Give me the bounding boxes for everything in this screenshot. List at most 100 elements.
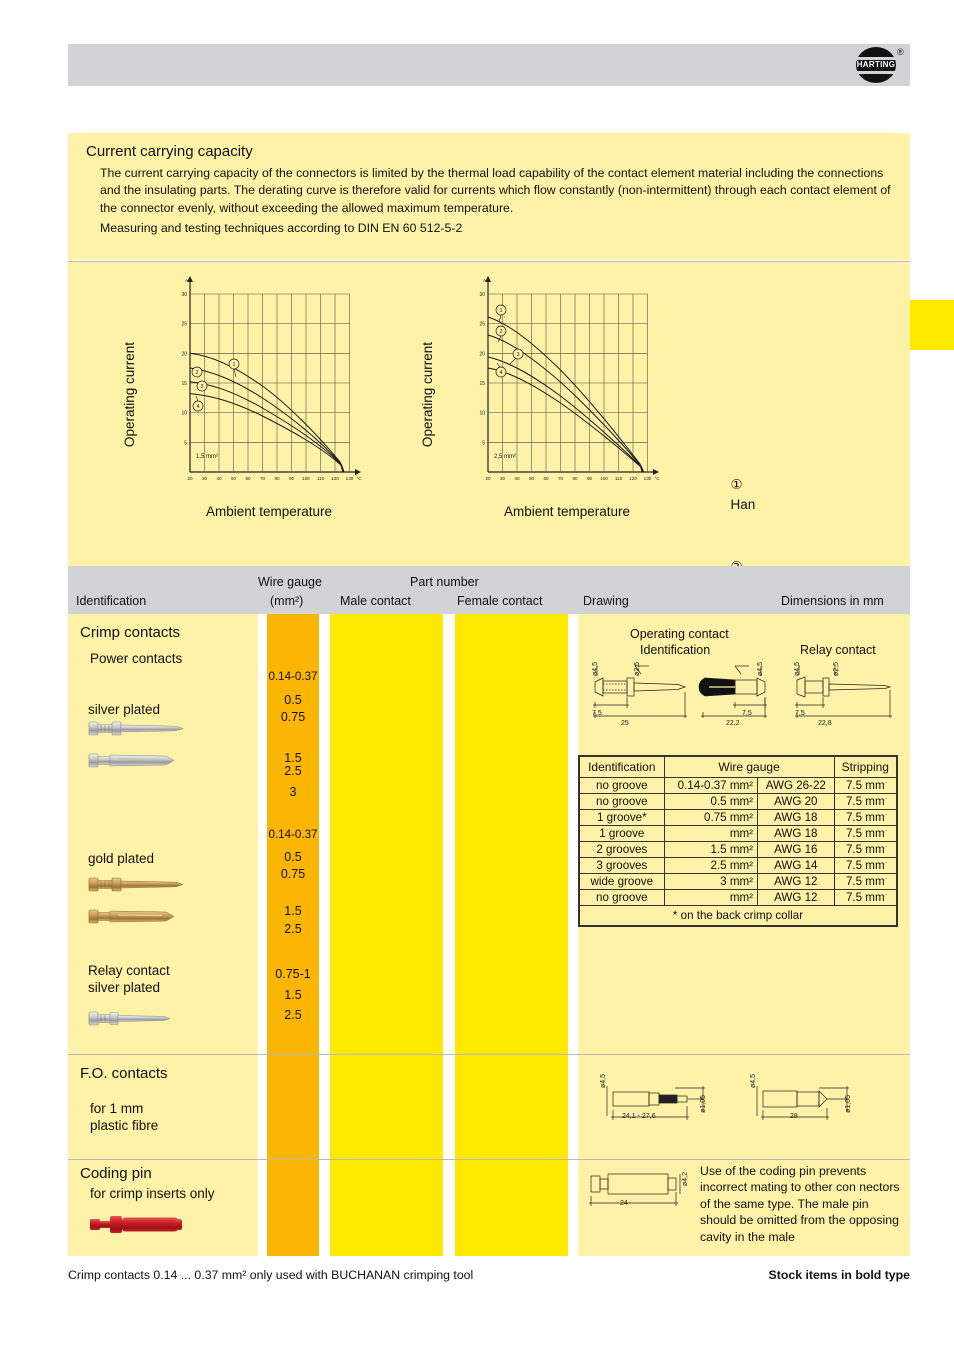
row-coding-gauge-cell	[267, 1160, 319, 1256]
svg-text:3: 3	[516, 352, 519, 358]
dim-label-75-c: 7,5	[795, 710, 805, 717]
svg-text:120: 120	[331, 476, 339, 481]
row-coding-male-part-cell[interactable]	[330, 1160, 443, 1256]
wg-cell-sqmm: 1.5 mm²	[663, 841, 759, 858]
wg-cell-strip: 7.5 mm	[833, 857, 898, 874]
table-row: wide groove 3 mm² AWG 12 7.5 mm	[579, 873, 898, 890]
row-fo-gauge-cell	[267, 1055, 319, 1159]
chart-2-plot-area: 30 25 20 15 10 5 A 20 30 40 50 60 70 80 …	[470, 276, 662, 488]
drawing-title-operating-contact: Operating contact	[630, 627, 729, 641]
table-header: Identification Wire gauge (mm²) Part num…	[68, 566, 910, 614]
svg-text:5: 5	[482, 440, 485, 446]
dim-label-d45-a: ø4,5	[592, 662, 599, 677]
col-header-identification: Identification	[76, 594, 147, 608]
svg-text:30: 30	[181, 292, 187, 298]
wg-cell-ident: 1 groove*	[579, 809, 665, 826]
wg-cell-strip: 7.5 mm	[833, 873, 898, 890]
wg-cell-ident: no groove	[579, 793, 665, 810]
svg-text:10: 10	[181, 411, 187, 417]
wg-cell-awg: AWG 12	[757, 889, 835, 906]
wg-cell-awg: AWG 20	[757, 793, 835, 810]
gauge-value-relay-1: 0.75-1	[275, 967, 311, 981]
drawing-title-relay-contact: Relay contact	[800, 643, 876, 657]
col-header-wire-gauge: Wire gauge	[258, 575, 322, 589]
svg-text:20: 20	[181, 351, 187, 357]
wg-cell-strip: 7.5 mm	[833, 825, 898, 842]
svg-text:°C: °C	[654, 476, 660, 481]
table-row: 1 groove* 0.75 mm² AWG 18 7.5 mm	[579, 809, 898, 826]
wg-th-stripping: Stripping	[833, 756, 898, 778]
wg-table-footnote: * on the back crimp collar	[579, 906, 897, 926]
row-fo-female-part-cell[interactable]	[455, 1055, 568, 1159]
svg-text:20: 20	[187, 476, 193, 481]
svg-text:25: 25	[181, 322, 187, 328]
label-silver-plated: silver plated	[88, 702, 161, 717]
wg-cell-strip: 7.5 mm	[833, 809, 898, 826]
row-fo-male-part-cell[interactable]	[330, 1055, 443, 1159]
legend-item-1: ① Han	[708, 454, 794, 536]
svg-text:40: 40	[514, 476, 520, 481]
dim-label-fo-d45-right: ø4,5	[750, 1074, 757, 1089]
gauge-value-relay-3: 2.5	[284, 1008, 302, 1022]
wg-th-wire-gauge: Wire gauge	[663, 756, 835, 778]
dim-label-fo-d105-right: ø1,05	[845, 1095, 852, 1113]
dim-label-75-a: 7,5	[592, 710, 602, 717]
drawing-title-identification: Identification	[640, 643, 711, 657]
label-relay-silver-plated: silver plated	[88, 980, 161, 995]
wg-cell-ident: no groove	[579, 889, 665, 906]
table-row: no groove 0.5 mm² AWG 20 7.5 mm	[579, 793, 898, 810]
section-title-fo-contacts: F.O. contacts	[80, 1065, 168, 1082]
dim-label-222: 22,2	[726, 720, 740, 727]
dim-label-d25-b: ø2,5	[833, 662, 840, 677]
relay-silver-contact-image	[88, 1011, 171, 1026]
dim-label-25: 25	[621, 720, 629, 727]
svg-text:100: 100	[600, 476, 608, 481]
section-title-coding-pin: Coding pin	[80, 1165, 152, 1182]
row-coding-female-part-cell[interactable]	[455, 1160, 568, 1256]
footer-note-left: Crimp contacts 0.14 ... 0.37 mm² only us…	[68, 1268, 474, 1282]
wg-cell-awg: AWG 18	[757, 825, 835, 842]
wg-table-header-row: Identification Wire gauge Stripping	[579, 756, 898, 778]
row-crimp-female-part-cell[interactable]	[455, 614, 568, 1054]
chart-2-y-axis-label: Operating current	[420, 342, 435, 448]
svg-text:70: 70	[558, 476, 564, 481]
wg-cell-ident: 1 groove	[579, 825, 665, 842]
svg-text:110: 110	[317, 476, 325, 481]
svg-text:50: 50	[529, 476, 535, 481]
chart-1-y-axis-label: Operating current	[122, 342, 137, 448]
row-crimp-male-part-cell[interactable]	[330, 614, 443, 1054]
label-coding-pin-sub: for crimp inserts only	[90, 1186, 215, 1201]
chart-1-svg: 30 25 20 15 10 5 A 20 30 40 50 60 70 80	[181, 276, 362, 481]
label-fo-line2: plastic fibre	[90, 1118, 159, 1133]
chart-2-annotation: 2,5 mm²	[494, 454, 516, 460]
chart-2-x-axis-label: Ambient temperature	[503, 504, 631, 519]
wg-cell-strip: 7.5 mm	[833, 841, 898, 858]
table-row: no groove mm² AWG 12 7.5 mm	[579, 889, 898, 906]
intro-title: Current carrying capacity	[86, 143, 253, 160]
svg-text:20: 20	[485, 476, 491, 481]
dim-label-d45-c: ø4,5	[794, 662, 801, 677]
page-header-band: HARTING ®	[68, 44, 910, 86]
gauge-value-silver-2: 0.5	[284, 693, 302, 707]
derating-charts-block: Operating current 30 25 20 15 10 5 A 20 …	[68, 261, 910, 758]
svg-text:4: 4	[499, 370, 502, 376]
svg-text:30: 30	[479, 292, 485, 298]
svg-text:50: 50	[231, 476, 237, 481]
gauge-value-gold-1: 0.14-0.37	[268, 828, 318, 841]
svg-text:130: 130	[644, 476, 652, 481]
intro-block: Current carrying capacity The current ca…	[68, 133, 910, 260]
svg-text:130: 130	[346, 476, 354, 481]
wg-cell-awg: AWG 26-22	[757, 777, 835, 794]
svg-text:4: 4	[196, 404, 199, 410]
svg-text:100: 100	[302, 476, 310, 481]
label-relay-contact: Relay contact	[88, 963, 170, 978]
svg-text:80: 80	[274, 476, 280, 481]
gauge-value-silver-5: 2.5	[284, 764, 302, 778]
svg-text:A: A	[483, 278, 486, 283]
svg-text:20: 20	[479, 351, 485, 357]
intro-paragraph-1: The current carrying capacity of the con…	[100, 166, 891, 215]
svg-text:120: 120	[629, 476, 637, 481]
col-header-female-contact: Female contact	[457, 594, 543, 608]
chart-2-svg: 30 25 20 15 10 5 A 20 30 40 50 60 70 80 …	[479, 276, 660, 481]
gauge-value-silver-3: 0.75	[280, 710, 306, 724]
